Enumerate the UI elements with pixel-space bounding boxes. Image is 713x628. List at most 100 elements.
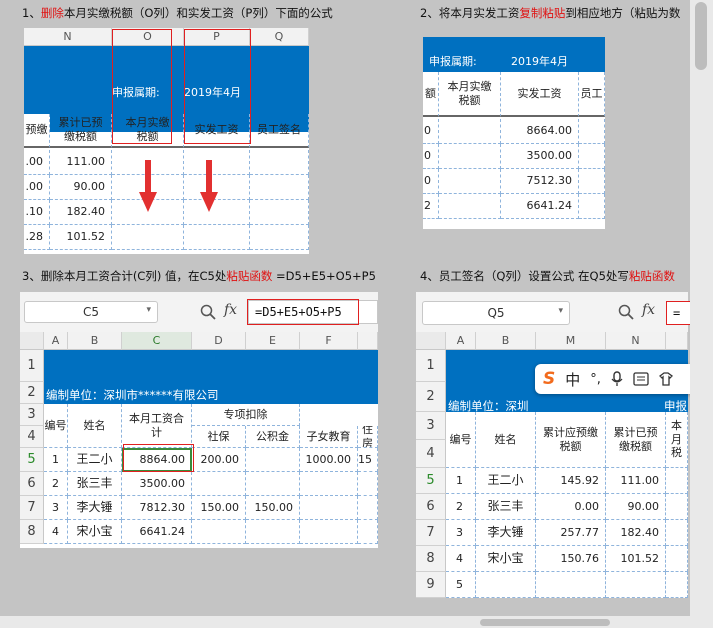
header-cell[interactable]: 社保 (192, 426, 246, 448)
table-cell[interactable]: .28 (24, 225, 50, 250)
table-cell[interactable]: 0.00 (536, 494, 606, 520)
zoom-icon[interactable] (200, 304, 216, 320)
header-cell[interactable]: 姓名 (68, 404, 122, 448)
header-cell[interactable]: 子女教育 (300, 426, 358, 448)
corner-cell[interactable] (20, 332, 44, 350)
table-cell[interactable]: 101.52 (606, 546, 666, 572)
table-cell[interactable]: 90.00 (606, 494, 666, 520)
table-cell[interactable]: 王二小 (68, 448, 122, 472)
table-cell[interactable]: 7512.30 (501, 169, 579, 194)
table-cell[interactable]: 111.00 (606, 468, 666, 494)
table-cell[interactable] (250, 175, 309, 200)
header-cell[interactable]: 额 (423, 72, 439, 117)
header-cell[interactable]: 预缴 (24, 114, 50, 148)
table-cell[interactable]: 200.00 (192, 448, 246, 472)
table-cell[interactable] (439, 144, 501, 169)
table-cell[interactable]: 6641.24 (122, 520, 192, 544)
table-cell[interactable]: 6641.24 (501, 194, 579, 219)
table-cell[interactable] (358, 496, 378, 520)
table-cell[interactable]: 2 (423, 194, 439, 219)
table-cell[interactable]: 3 (446, 520, 476, 546)
table-cell[interactable] (358, 520, 378, 544)
table-cell[interactable]: 0 (423, 144, 439, 169)
col-header-B[interactable]: B (68, 332, 122, 350)
header-cell[interactable]: 本月实缴 税额 (439, 72, 501, 117)
col-header-F[interactable]: F (300, 332, 358, 350)
table-cell[interactable]: 150.76 (536, 546, 606, 572)
col-header-A[interactable]: A (446, 332, 476, 350)
row-header[interactable]: 6 (20, 472, 44, 496)
table-cell[interactable]: .10 (24, 200, 50, 225)
table-cell[interactable]: 张三丰 (68, 472, 122, 496)
table-cell[interactable]: 3 (44, 496, 68, 520)
scrollbar-thumb[interactable] (695, 2, 707, 70)
header-cell[interactable]: 编号 (44, 404, 68, 448)
table-cell[interactable]: 5 (446, 572, 476, 598)
header-cell[interactable]: 编号 (446, 412, 476, 468)
col-header-O[interactable] (666, 332, 688, 350)
table-cell[interactable] (300, 496, 358, 520)
table-cell[interactable] (666, 494, 688, 520)
name-box[interactable]: Q5 ▾ (422, 301, 570, 325)
table-cell[interactable]: 张三丰 (476, 494, 536, 520)
header-cell[interactable]: 员工签名 (250, 114, 309, 148)
table-cell[interactable]: 王二小 (476, 468, 536, 494)
table-cell[interactable] (666, 520, 688, 546)
table-cell[interactable] (579, 194, 605, 219)
table-cell[interactable]: 2 (44, 472, 68, 496)
table-cell[interactable]: 111.00 (50, 150, 112, 175)
table-cell[interactable] (192, 472, 246, 496)
col-header-M[interactable]: M (536, 332, 606, 350)
table-cell[interactable] (579, 144, 605, 169)
sogou-logo-icon[interactable]: S (543, 369, 555, 389)
header-cell[interactable]: 员工 (579, 72, 605, 117)
table-cell[interactable]: 李大锤 (68, 496, 122, 520)
row-header[interactable]: 1 (416, 350, 446, 382)
table-cell[interactable] (579, 119, 605, 144)
ime-language-toggle[interactable]: 中 (565, 369, 580, 390)
table-cell[interactable]: 4 (446, 546, 476, 572)
row-header[interactable]: 6 (416, 494, 446, 520)
table-cell[interactable] (300, 520, 358, 544)
header-cell[interactable]: 本月 税 (666, 412, 688, 468)
col-header-N[interactable]: N (24, 28, 112, 46)
row-header[interactable]: 7 (20, 496, 44, 520)
table-cell[interactable]: 1 (446, 468, 476, 494)
table-cell[interactable] (439, 119, 501, 144)
row-header[interactable]: 7 (416, 520, 446, 546)
header-cell[interactable]: 专项扣除 (192, 404, 300, 426)
table-cell[interactable] (439, 194, 501, 219)
table-cell[interactable] (246, 448, 300, 472)
row-header[interactable]: 9 (416, 572, 446, 598)
table-cell[interactable] (112, 225, 184, 250)
table-cell[interactable]: 8664.00 (501, 119, 579, 144)
col-header-E[interactable]: E (246, 332, 300, 350)
fx-icon[interactable]: fx (642, 302, 655, 318)
header-cell[interactable]: 实发工资 (501, 72, 579, 117)
corner-cell[interactable] (416, 332, 446, 350)
table-cell[interactable]: 101.52 (50, 225, 112, 250)
table-cell[interactable] (358, 472, 378, 496)
table-cell[interactable]: 7812.30 (122, 496, 192, 520)
row-header[interactable]: 8 (20, 520, 44, 544)
row-header[interactable]: 2 (20, 382, 44, 404)
col-header-N[interactable]: N (606, 332, 666, 350)
table-cell[interactable] (184, 225, 250, 250)
table-cell[interactable]: 15 (358, 448, 378, 472)
col-header-G[interactable] (358, 332, 378, 350)
table-cell[interactable] (192, 520, 246, 544)
header-cell[interactable]: 姓名 (476, 412, 536, 468)
row-header[interactable]: 2 (416, 382, 446, 412)
shirt-icon[interactable] (658, 372, 673, 386)
fx-icon[interactable]: fx (224, 302, 237, 318)
table-cell[interactable] (246, 520, 300, 544)
row-header[interactable]: 3 (416, 412, 446, 440)
table-cell[interactable]: 257.77 (536, 520, 606, 546)
mic-icon[interactable] (611, 371, 623, 387)
header-cell[interactable]: 累计已预 缴税额 (606, 412, 666, 468)
col-header-B[interactable]: B (476, 332, 536, 350)
table-cell[interactable]: 2 (446, 494, 476, 520)
table-cell[interactable]: 1 (44, 448, 68, 472)
header-cell[interactable]: 公积金 (246, 426, 300, 448)
table-cell[interactable]: .00 (24, 175, 50, 200)
